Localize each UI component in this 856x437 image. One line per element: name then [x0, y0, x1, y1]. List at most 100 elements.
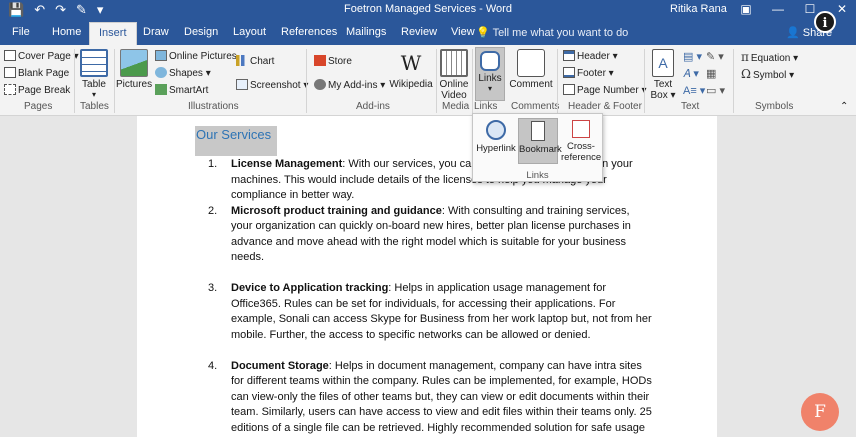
wordart-icon[interactable]: 𝐴 ▾ — [683, 67, 699, 81]
tab-references[interactable]: References — [281, 26, 337, 38]
smartart-button[interactable]: SmartArt — [155, 84, 208, 96]
lightbulb-icon: 💡 — [476, 27, 493, 39]
blank-page-icon — [4, 67, 16, 78]
tab-file[interactable]: File — [12, 26, 30, 38]
links-icon — [480, 51, 500, 71]
page-number-button[interactable]: Page Number ▾ — [563, 84, 647, 96]
comment-button[interactable]: Comment — [508, 49, 554, 90]
group-label-text: Text — [681, 101, 700, 112]
store-button[interactable]: Store — [314, 55, 352, 67]
chart-button[interactable]: Chart — [236, 55, 274, 67]
pictures-button[interactable]: Pictures — [116, 49, 152, 90]
separator — [306, 49, 307, 113]
wikipedia-icon: W — [400, 51, 422, 75]
group-label-illustrations: Illustrations — [188, 101, 239, 112]
screenshot-icon — [236, 79, 248, 90]
list-item: 2. Microsoft product training and guidanc… — [208, 204, 631, 264]
links-dropdown: Hyperlink Bookmark Cross- reference Link… — [472, 113, 603, 182]
bookmark-button[interactable]: Bookmark — [518, 118, 562, 164]
shapes-button[interactable]: Shapes ▾ — [155, 67, 211, 79]
separator — [74, 49, 75, 113]
tab-home[interactable]: Home — [52, 26, 81, 38]
quick-parts-icon[interactable]: ▤ ▾ — [683, 50, 702, 63]
ribbon-tabs: File Home Insert Draw Design Layout Refe… — [0, 20, 856, 45]
cover-page-button[interactable]: Cover Page ▾ — [4, 50, 79, 62]
table-icon — [80, 49, 108, 77]
omega-icon: Ω — [741, 67, 751, 81]
table-button[interactable]: Table ▾ — [78, 49, 110, 99]
separator — [114, 49, 115, 113]
screenshot-button[interactable]: Screenshot ▾ — [236, 79, 308, 91]
separator — [557, 49, 558, 113]
online-video-button[interactable]: Online Video — [438, 49, 470, 101]
ribbon: Cover Page ▾ Blank Page Page Break Pages… — [0, 45, 856, 116]
drop-cap-icon[interactable]: A≡ ▾ — [683, 84, 705, 97]
tab-design[interactable]: Design — [184, 26, 218, 38]
store-icon — [314, 55, 326, 66]
list-item: 4. Document Storage: Helps in document ma… — [208, 359, 652, 434]
globe-icon — [486, 120, 506, 140]
online-pictures-button[interactable]: Online Pictures — [155, 50, 237, 62]
pictures-icon — [120, 49, 148, 77]
hyperlink-button[interactable]: Hyperlink — [476, 118, 516, 154]
links-button[interactable]: Links ▾ — [475, 47, 505, 101]
equation-button[interactable]: π Equation ▾ — [741, 50, 798, 64]
title-bar: 💾 ↶ ↷ ✎ ▾ Foetron Managed Services - Wor… — [0, 0, 856, 20]
group-label-comments: Comments — [511, 101, 560, 112]
footer-icon — [563, 67, 575, 78]
page-break-icon — [4, 84, 16, 95]
bookmark-icon — [531, 121, 545, 141]
footer-button[interactable]: Footer ▾ — [563, 67, 614, 79]
collapse-ribbon-icon[interactable]: ⌃ — [840, 101, 848, 112]
empty-paragraph — [208, 266, 653, 282]
shapes-icon — [155, 67, 167, 78]
avatar[interactable]: F — [801, 393, 839, 431]
signature-line-icon[interactable]: ✎ ▾ — [706, 50, 724, 63]
symbol-button[interactable]: Ω Symbol ▾ — [741, 67, 794, 81]
share-icon: 👤 — [786, 27, 803, 39]
heading-text: Our Services — [196, 127, 272, 142]
empty-paragraph — [208, 343, 653, 359]
group-label-tables: Tables — [80, 101, 109, 112]
wikipedia-button[interactable]: W Wikipedia — [388, 49, 434, 90]
cover-page-icon — [4, 50, 16, 61]
date-time-icon[interactable]: ▦ — [706, 67, 716, 80]
online-video-icon — [440, 49, 468, 77]
comment-icon — [517, 49, 545, 77]
page-break-button[interactable]: Page Break — [4, 84, 70, 96]
tab-mailings[interactable]: Mailings — [346, 26, 386, 38]
user-name[interactable]: Ritika Rana — [670, 3, 727, 15]
tab-review[interactable]: Review — [401, 26, 437, 38]
group-label-pages: Pages — [24, 101, 53, 112]
pi-icon: π — [741, 50, 749, 64]
ribbon-display-icon[interactable]: ▣ — [730, 1, 762, 17]
header-icon — [563, 50, 575, 61]
services-list[interactable]: 1. License Management: With our services,… — [208, 157, 653, 437]
chart-icon — [236, 55, 248, 66]
minimize-icon[interactable]: — — [762, 1, 794, 17]
document-title: Foetron Managed Services - Word — [344, 3, 512, 15]
info-icon[interactable]: i — [814, 11, 836, 33]
group-label-symbols: Symbols — [755, 101, 794, 112]
tab-draw[interactable]: Draw — [143, 26, 169, 38]
group-label-media: Media — [442, 101, 470, 112]
smartart-icon — [155, 84, 167, 95]
tell-me-search[interactable]: 💡 Tell me what you want to do — [476, 26, 628, 39]
tab-view[interactable]: View — [451, 26, 475, 38]
tab-insert[interactable]: Insert — [89, 22, 137, 45]
my-addins-icon — [314, 79, 326, 90]
online-pictures-icon — [155, 50, 167, 61]
tab-layout[interactable]: Layout — [233, 26, 266, 38]
separator — [472, 49, 473, 113]
my-addins-button[interactable]: My Add-ins ▾ — [314, 79, 385, 91]
cross-reference-button[interactable]: Cross- reference — [561, 118, 601, 163]
object-icon[interactable]: ▭ ▾ — [706, 84, 725, 97]
selected-heading[interactable]: Our Services — [195, 126, 277, 156]
group-label-addins: Add-ins — [356, 101, 390, 112]
links-group-label: Links — [526, 170, 549, 181]
blank-page-button[interactable]: Blank Page — [4, 67, 69, 79]
separator — [733, 49, 734, 113]
text-box-button[interactable]: A Text Box ▾ — [648, 49, 678, 101]
window-controls: ▣ — ☐ ✕ — [730, 1, 856, 17]
header-button[interactable]: Header ▾ — [563, 50, 618, 62]
